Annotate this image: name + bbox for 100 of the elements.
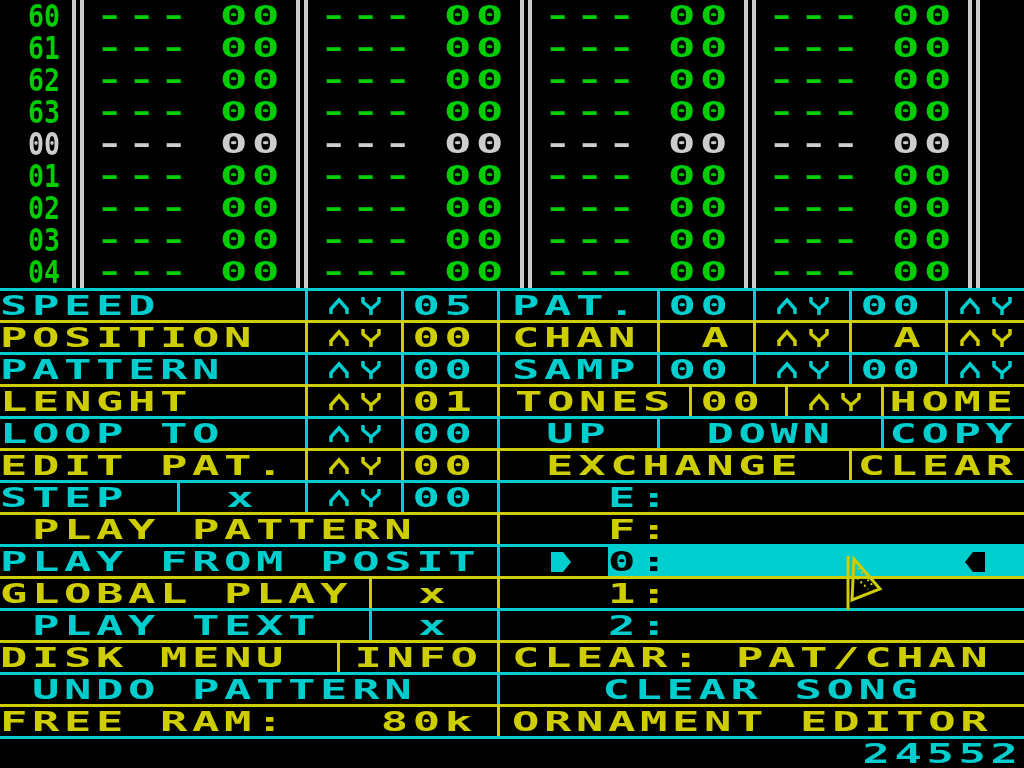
flag-text[interactable]: x bbox=[418, 580, 451, 607]
note-text: --- bbox=[768, 163, 865, 189]
field-label: PAT. bbox=[512, 292, 641, 319]
row-number: 60 bbox=[27, 0, 60, 32]
pattern-value-text: 00 bbox=[668, 131, 733, 157]
menu-button[interactable]: INFO bbox=[337, 643, 497, 672]
pattern-value-text: 00 bbox=[444, 99, 509, 125]
note-text: --- bbox=[544, 35, 641, 61]
note-text: --- bbox=[96, 259, 193, 285]
pattern-value-text: 00 bbox=[220, 67, 285, 93]
pattern-value-text: 00 bbox=[220, 195, 285, 221]
pattern-value-text: 00 bbox=[444, 227, 509, 253]
counter-text: 24552 bbox=[861, 740, 1022, 767]
row-number: 02 bbox=[27, 192, 60, 224]
menu-button[interactable]: GLOBAL PLAY bbox=[0, 579, 369, 608]
field-label: LENGHT bbox=[0, 388, 193, 415]
value-text: 00 bbox=[412, 484, 477, 511]
pattern-value-text: 00 bbox=[220, 35, 285, 61]
note-text: --- bbox=[544, 131, 641, 157]
note-text: --- bbox=[768, 227, 865, 253]
pattern-value-text: 00 bbox=[892, 163, 957, 189]
list-item[interactable]: 1: bbox=[608, 579, 1024, 608]
flag-text[interactable]: x bbox=[418, 612, 451, 639]
note-text: --- bbox=[768, 3, 865, 29]
note-text: --- bbox=[320, 195, 417, 221]
note-text: --- bbox=[96, 163, 193, 189]
note-text: --- bbox=[320, 99, 417, 125]
field-label: CHAN bbox=[512, 324, 641, 351]
right-pointer-icon bbox=[551, 551, 571, 572]
field-label: LOOP TO bbox=[0, 420, 225, 447]
note-text: --- bbox=[320, 259, 417, 285]
menu-button[interactable]: CLEAR: PAT/CHAN bbox=[497, 643, 1024, 672]
row-number: 04 bbox=[27, 256, 60, 288]
menu-button[interactable]: PLAY TEXT bbox=[0, 611, 369, 640]
note-text: --- bbox=[544, 99, 641, 125]
list-item[interactable]: 2: bbox=[608, 611, 1024, 640]
note-text: --- bbox=[96, 67, 193, 93]
note-text: --- bbox=[320, 35, 417, 61]
note-text: --- bbox=[768, 131, 865, 157]
pattern-value-text: 00 bbox=[220, 163, 285, 189]
note-text: --- bbox=[96, 35, 193, 61]
value-text: 00 bbox=[412, 452, 477, 479]
note-text: --- bbox=[544, 195, 641, 221]
menu-button[interactable]: DISK MENU bbox=[0, 643, 337, 672]
note-text: --- bbox=[96, 99, 193, 125]
value-text: 00 bbox=[668, 356, 733, 383]
field-label: POSITION bbox=[0, 324, 257, 351]
note-text: --- bbox=[96, 131, 193, 157]
field-label: PATTERN bbox=[0, 356, 225, 383]
pattern-value-text: 00 bbox=[444, 67, 509, 93]
row-number: 61 bbox=[27, 32, 60, 64]
pattern-value-text: 00 bbox=[892, 259, 957, 285]
pattern-value-text: 00 bbox=[668, 227, 733, 253]
value-text: 00 bbox=[700, 388, 765, 415]
menu-button[interactable]: ORNAMENT EDITOR bbox=[497, 707, 1024, 736]
down-caret-icon[interactable] bbox=[992, 359, 1012, 380]
menu-button[interactable]: CLEAR SONG bbox=[497, 675, 1024, 704]
pattern-value-text: 00 bbox=[892, 131, 957, 157]
field-label: SPEED bbox=[0, 292, 161, 319]
pattern-value-text: 00 bbox=[892, 195, 957, 221]
note-text: --- bbox=[768, 259, 865, 285]
field-label: TONES bbox=[515, 388, 676, 415]
pattern-value-text: 00 bbox=[220, 99, 285, 125]
pattern-value-text: 00 bbox=[444, 195, 509, 221]
note-text: --- bbox=[768, 35, 865, 61]
pattern-value-text: 00 bbox=[668, 3, 733, 29]
row-number: 62 bbox=[27, 64, 60, 96]
pattern-value-text: 00 bbox=[220, 3, 285, 29]
value-text: 00 bbox=[412, 420, 477, 447]
note-text: --- bbox=[768, 99, 865, 125]
value-text: 00 bbox=[412, 324, 477, 351]
list-item[interactable]: 0: bbox=[608, 547, 1024, 576]
value-text: A bbox=[893, 324, 925, 351]
menu-button[interactable]: PLAY FROM POSIT bbox=[0, 547, 497, 576]
value-text: 00 bbox=[412, 356, 477, 383]
note-text: --- bbox=[320, 131, 417, 157]
field-label: FREE RAM: bbox=[0, 708, 289, 735]
field-label: STEP bbox=[0, 484, 129, 511]
note-text: --- bbox=[544, 227, 641, 253]
value-text: 80k bbox=[380, 708, 477, 735]
note-text: --- bbox=[320, 3, 417, 29]
pattern-value-text: 00 bbox=[444, 3, 509, 29]
pattern-value-text: 00 bbox=[892, 67, 957, 93]
note-text: --- bbox=[544, 3, 641, 29]
value-text: 05 bbox=[412, 292, 477, 319]
row-number: 03 bbox=[27, 224, 60, 256]
pattern-value-text: 00 bbox=[668, 99, 733, 125]
pattern-value-text: 00 bbox=[668, 35, 733, 61]
note-text: --- bbox=[544, 259, 641, 285]
pattern-value-text: 00 bbox=[220, 131, 285, 157]
menu-button[interactable]: UNDO PATTERN bbox=[0, 675, 497, 704]
down-caret-icon[interactable] bbox=[992, 295, 1012, 316]
pattern-value-text: 00 bbox=[444, 259, 509, 285]
field-label: EDIT PAT. bbox=[0, 452, 289, 479]
pattern-value-text: 00 bbox=[668, 259, 733, 285]
pattern-value-text: 00 bbox=[892, 3, 957, 29]
down-caret-icon[interactable] bbox=[992, 327, 1012, 348]
note-text: --- bbox=[96, 3, 193, 29]
value-text: 00 bbox=[668, 292, 733, 319]
row-number: 63 bbox=[27, 96, 60, 128]
